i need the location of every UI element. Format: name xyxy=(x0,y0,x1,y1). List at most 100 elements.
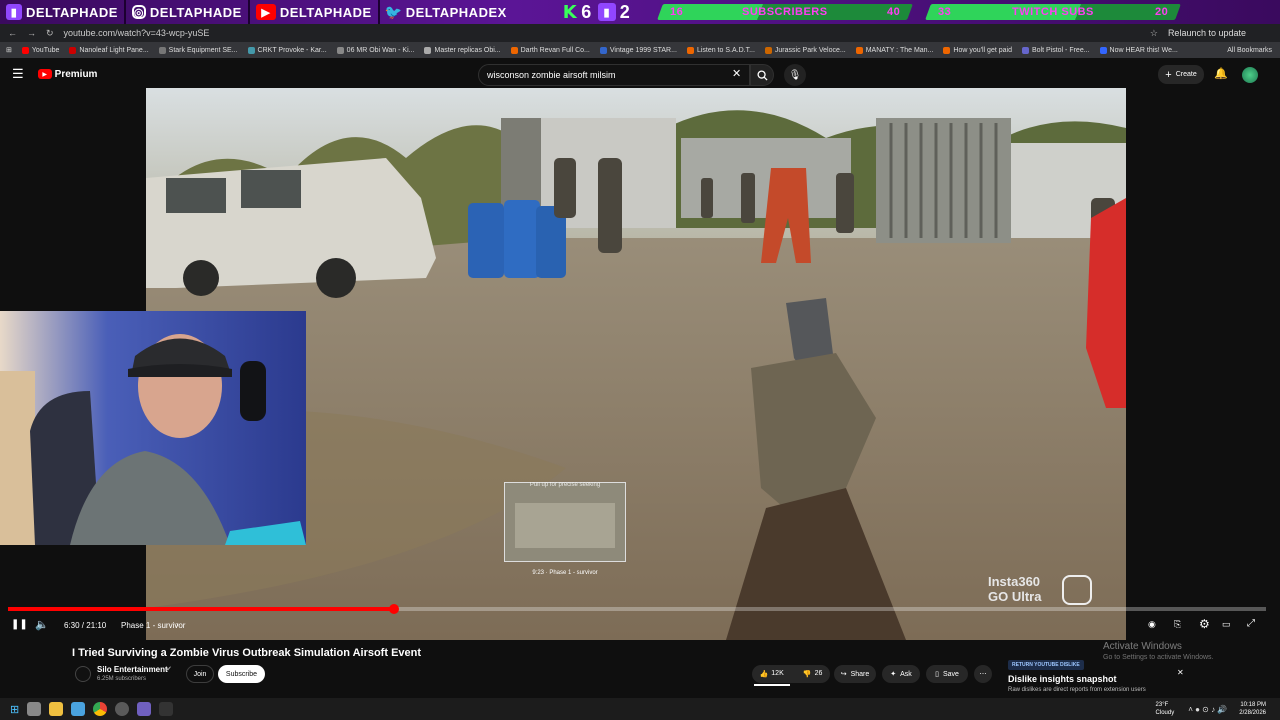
bookmark-item[interactable]: Darth Revan Full Co... xyxy=(510,46,590,54)
twitch-subs-label: TWITCH SUBS xyxy=(1012,6,1095,18)
youtube-premium-logo[interactable]: Premium xyxy=(55,69,98,80)
chapter-chevron-icon[interactable]: › xyxy=(176,620,179,629)
theater-mode-icon[interactable]: ▭ xyxy=(1222,619,1231,630)
like-underline xyxy=(754,684,790,686)
create-button[interactable]: + Create xyxy=(1158,65,1204,84)
dislike-extension-title: Dislike insights snapshot xyxy=(1008,674,1117,684)
verified-icon: ✔ xyxy=(166,666,172,673)
dislike-button[interactable]: 👎 26 xyxy=(803,670,823,678)
voice-search-button[interactable]: 🎙 xyxy=(784,64,806,86)
twitch-handle: ▮ DELTAPHADE xyxy=(0,0,126,24)
url-bar[interactable]: youtube.com/watch?v=43-wcp-yuSE xyxy=(64,28,1140,38)
mic-icon: 🎙 xyxy=(788,69,802,81)
overlay-counters: K 6 ▮ 2 xyxy=(559,2,630,23)
forward-icon[interactable]: → xyxy=(27,28,36,38)
channel-name[interactable]: Silo Entertainment xyxy=(97,665,168,674)
app-icon[interactable] xyxy=(137,702,152,716)
bookmark-item[interactable]: Bolt Pistol - Free... xyxy=(1021,46,1090,54)
task-view-icon[interactable] xyxy=(27,702,42,716)
camera-logo-icon xyxy=(1062,575,1092,605)
seek-preview-hint: Pull up for precise seeking xyxy=(529,482,601,488)
bookmark-item[interactable]: How you'll get paid xyxy=(943,46,1012,54)
reload-icon[interactable]: ↻ xyxy=(46,28,54,39)
channel-avatar[interactable] xyxy=(75,666,91,682)
clear-search-icon[interactable]: ✕ xyxy=(732,67,741,80)
volume-icon[interactable]: 🔈 xyxy=(35,618,49,631)
tray-icons[interactable]: ˄ ● ⊙ ♪ 🔊 xyxy=(1188,705,1227,714)
subscribers-current: 16 xyxy=(670,6,684,18)
youtube-handle: ▶ DELTAPHADE xyxy=(250,0,380,24)
progress-track[interactable] xyxy=(8,607,1266,611)
thumbs-down-icon: 👎 xyxy=(802,671,812,678)
app-icon[interactable] xyxy=(115,702,130,716)
twitch-subs-current: 33 xyxy=(938,6,952,18)
relaunch-button[interactable]: Relaunch to update xyxy=(1168,28,1246,38)
autoplay-toggle-icon[interactable]: ◉ xyxy=(1148,619,1156,630)
all-bookmarks[interactable]: All Bookmarks xyxy=(1227,47,1272,54)
webcam-scene xyxy=(0,311,306,545)
subscribers-label: SUBSCRIBERS xyxy=(742,6,829,18)
webcam-overlay xyxy=(0,311,306,545)
plus-icon: + xyxy=(1165,68,1172,81)
bookmark-icon: ▯ xyxy=(935,671,939,678)
fullscreen-icon[interactable]: ⤢ xyxy=(1247,618,1255,629)
captions-icon[interactable]: ⎘ xyxy=(1174,619,1181,630)
bookmark-item[interactable]: Now HEAR this! We... xyxy=(1099,46,1178,54)
subscriber-count: 6.25M subscribers xyxy=(97,676,147,682)
subscribe-button[interactable]: Subscribe xyxy=(218,665,265,683)
avatar[interactable] xyxy=(1242,67,1258,83)
twitch-icon: ▮ xyxy=(6,4,22,20)
more-actions-button[interactable]: ⋯ xyxy=(974,665,992,683)
dislike-extension-badge: RETURN YOUTUBE DISLIKE xyxy=(1008,660,1084,670)
search-button[interactable] xyxy=(750,64,774,86)
ask-button[interactable]: ✦ Ask xyxy=(882,665,920,683)
pause-icon[interactable]: ❚❚ xyxy=(11,619,28,630)
twitter-handle: 🐦 DELTAPHADEX xyxy=(380,0,513,24)
save-button[interactable]: ▯ Save xyxy=(926,665,968,683)
notifications-bell-icon[interactable]: 🔔 xyxy=(1214,67,1228,80)
back-icon[interactable]: ← xyxy=(8,28,17,38)
chrome-icon[interactable] xyxy=(93,702,108,716)
close-popup-icon[interactable]: ✕ xyxy=(1177,668,1184,677)
bookmark-item[interactable]: Nanoleaf Light Pane... xyxy=(69,46,149,54)
bookmark-item[interactable]: Listen to S.A.D.T... xyxy=(686,46,755,54)
subscribers-goal: 40 xyxy=(887,6,901,18)
youtube-icon: ▶ xyxy=(255,4,276,20)
bookmark-item[interactable]: YouTube xyxy=(21,46,59,54)
youtube-logo-icon[interactable]: ▶ xyxy=(37,69,52,79)
search-input[interactable]: wisconson zombie airsoft milsim xyxy=(478,64,750,86)
menu-icon[interactable]: ☰ xyxy=(12,66,24,82)
search-icon xyxy=(756,69,768,81)
join-button[interactable]: Join xyxy=(186,665,214,683)
clock[interactable]: 10:18 PM 2/28/2026 xyxy=(1239,701,1266,717)
bookmark-item[interactable]: Stark Equipment SE... xyxy=(158,46,238,54)
sparkle-icon: ✦ xyxy=(890,671,897,678)
like-button[interactable]: 👍 12K xyxy=(760,670,784,678)
bookmark-item[interactable]: CRKT Provoke - Kar... xyxy=(247,46,327,54)
settings-gear-icon[interactable]: ⚙ xyxy=(1199,617,1210,631)
windows-start-icon[interactable]: ⊞ xyxy=(10,703,19,716)
bookmarks-bar: ⊞ YouTube Nanoleaf Light Pane... Stark E… xyxy=(0,42,1280,58)
bookmark-item[interactable]: Master replicas Obi... xyxy=(424,46,501,54)
youtube-handle-text: DELTAPHADE xyxy=(279,4,372,20)
twitch-counter: 2 xyxy=(619,1,631,22)
share-button[interactable]: ↪ Share xyxy=(834,665,876,683)
app-icon[interactable] xyxy=(71,702,86,716)
bookmark-item[interactable]: Jurassic Park Veloce... xyxy=(764,46,846,54)
bookmark-item[interactable]: MANATY : The Man... xyxy=(855,46,933,54)
twitch-counter-icon: ▮ xyxy=(597,3,616,21)
browser-address-row: ← → ↻ youtube.com/watch?v=43-wcp-yuSE ☆ … xyxy=(0,24,1280,42)
k-icon: K xyxy=(562,1,578,23)
progress-fill xyxy=(8,607,395,611)
activate-windows-subtitle: Go to Settings to activate Windows. xyxy=(1103,654,1214,661)
apps-icon[interactable]: ⊞ xyxy=(6,46,12,54)
bookmark-item[interactable]: Vintage 1999 STAR... xyxy=(599,46,677,54)
weather-widget[interactable]: 23°F Cloudy xyxy=(1156,701,1175,717)
app-icon[interactable] xyxy=(159,702,174,716)
twitch-handle-text: DELTAPHADE xyxy=(26,4,118,20)
k-counter: 6 xyxy=(581,1,592,22)
bookmark-item[interactable]: 06 MR Obi Wan - Ki... xyxy=(336,46,414,54)
file-explorer-icon[interactable] xyxy=(49,702,64,716)
star-icon[interactable]: ☆ xyxy=(1150,28,1158,39)
activate-windows-title: Activate Windows xyxy=(1103,641,1182,652)
